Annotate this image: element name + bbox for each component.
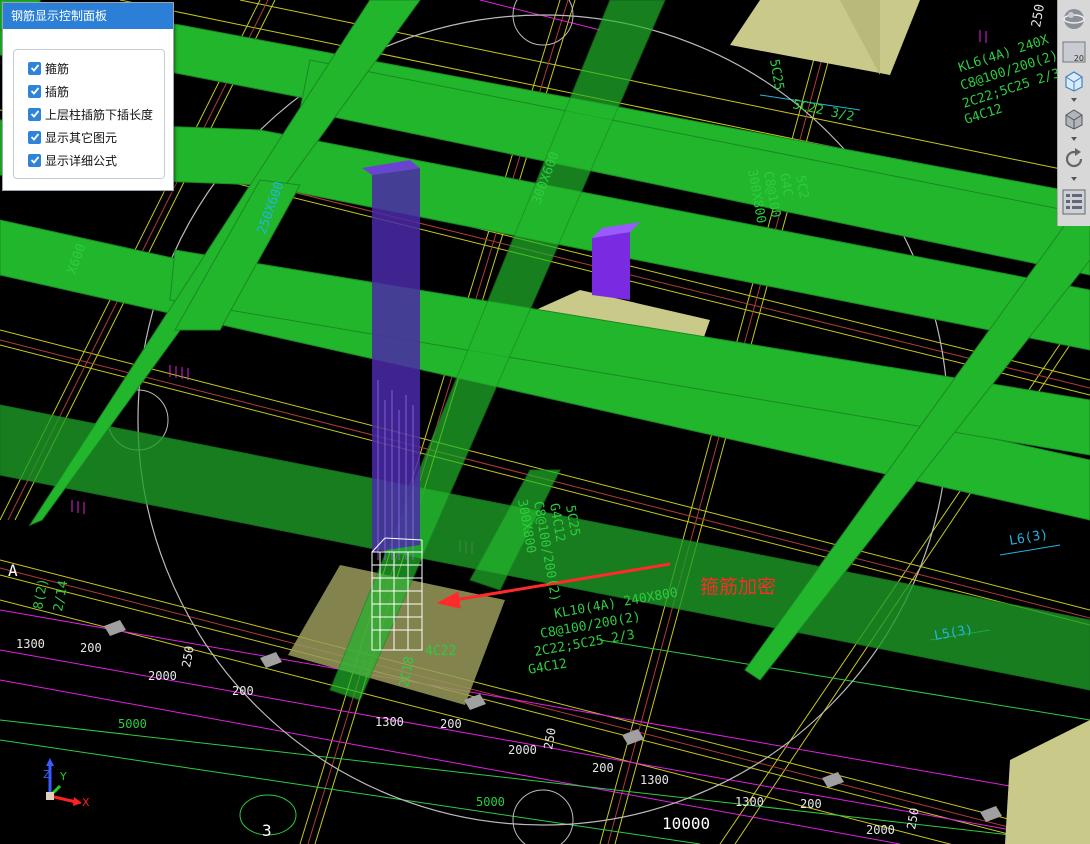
left-tag-1: 8(2)	[31, 577, 51, 610]
floor-20-label: 20	[1073, 54, 1084, 63]
dim-2000-c: 2000	[866, 823, 895, 837]
option-dowel-label: 插筋	[45, 84, 70, 99]
option-stirrup-label: 箍筋	[45, 61, 70, 76]
annotation-label: 箍筋加密	[700, 576, 777, 598]
dim-1300-d: 1300	[735, 795, 764, 809]
dim-1300-c: 1300	[640, 773, 669, 787]
dim-2000-b: 2000	[508, 743, 537, 757]
dim-5000-a: 5000	[118, 717, 147, 731]
option-dowel[interactable]: 插筋	[28, 81, 69, 101]
checkbox-upper-dowel-length[interactable]	[28, 107, 41, 121]
option-stirrup[interactable]: 箍筋	[28, 58, 69, 78]
grid-axis-a: A	[8, 561, 18, 580]
dim-250-b: 250	[541, 727, 559, 751]
dim-1300-b: 1300	[375, 715, 404, 729]
dim-5000-b: 5000	[476, 795, 505, 809]
l6-label: L6(3)	[1008, 527, 1049, 549]
dim-250-c: 250	[904, 807, 922, 831]
rebar-display-control-panel[interactable]: 钢筋显示控制面板 箍筋 插筋 上层柱插筋下插长度 显示其它图元 显示详细公式	[2, 2, 174, 191]
top-dim-250: 250	[1029, 3, 1048, 29]
dim-2000-a: 2000	[148, 669, 177, 683]
left-tag-2: 2/14	[51, 579, 71, 613]
wireframe-dropdown-icon[interactable]	[1071, 98, 1077, 102]
checkbox-stirrup[interactable]	[28, 61, 41, 75]
dim-200-e: 200	[800, 797, 822, 811]
dim-10000: 10000	[662, 814, 710, 833]
axis-x-label: X	[82, 796, 90, 809]
3d-viewport[interactable]: KL6(4A) 240X C8@100/200(2) 2C22;5C25 2/3…	[0, 0, 1090, 844]
option-upper-dowel-length-label: 上层柱插筋下插长度	[45, 107, 154, 122]
dim-200-a: 200	[80, 641, 102, 655]
solid-dropdown-icon[interactable]	[1071, 137, 1077, 141]
checkbox-show-formula[interactable]	[28, 153, 41, 167]
checkbox-dowel[interactable]	[28, 84, 41, 98]
dim-250-a: 250	[179, 645, 197, 669]
dim-200-d: 200	[592, 761, 614, 775]
wireframe-cube-icon[interactable]	[1061, 68, 1087, 94]
checkbox-show-other[interactable]	[28, 130, 41, 144]
option-upper-dowel-length[interactable]: 上层柱插筋下插长度	[28, 104, 153, 124]
rotate-icon[interactable]	[1061, 146, 1087, 172]
option-show-other[interactable]: 显示其它图元	[28, 127, 117, 147]
sc22-label: 5C22 3/2	[791, 97, 855, 125]
option-show-other-label: 显示其它图元	[45, 130, 118, 145]
option-show-formula[interactable]: 显示详细公式	[28, 150, 117, 170]
view-toolbar: 20	[1057, 0, 1090, 226]
axis-z-label: Z	[43, 768, 51, 781]
layers-grid-icon[interactable]	[1061, 188, 1087, 216]
sphere-view-icon[interactable]	[1061, 6, 1087, 32]
option-show-formula-label: 显示详细公式	[45, 153, 118, 168]
sc25-label: 5C25	[766, 58, 786, 91]
grid-axis-3: 3	[262, 821, 272, 840]
kl10-label-4: G4C12	[527, 656, 568, 678]
axis-gizmo: Z Y X	[40, 756, 100, 816]
panel-title: 钢筋显示控制面板	[3, 3, 173, 29]
axis-y-label: Y	[59, 770, 67, 783]
floor-20-icon[interactable]: 20	[1061, 40, 1087, 64]
dim-200-b: 200	[232, 684, 254, 698]
solid-cube-icon[interactable]	[1061, 106, 1087, 132]
panel-options-group: 箍筋 插筋 上层柱插筋下插长度 显示其它图元 显示详细公式	[13, 49, 165, 179]
dim-1300-a: 1300	[16, 637, 45, 651]
rotate-dropdown-icon[interactable]	[1071, 177, 1077, 181]
c4c22-label: 4C22	[425, 644, 456, 659]
dim-200-c: 200	[440, 717, 462, 731]
